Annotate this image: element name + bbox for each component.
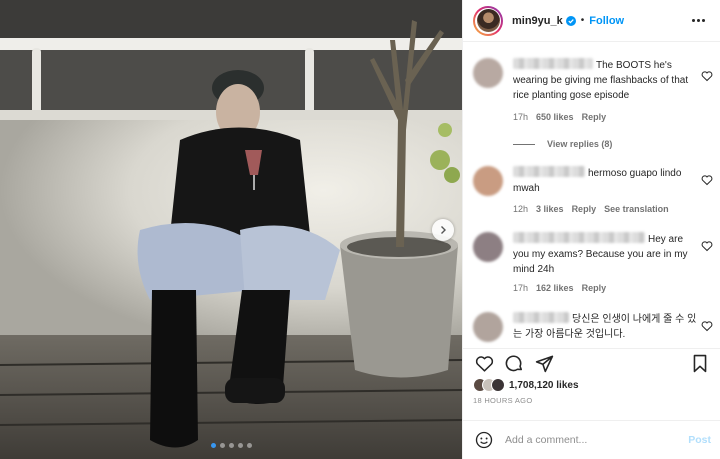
reply-button[interactable]: Reply bbox=[572, 204, 597, 214]
commenter-username-redacted[interactable] bbox=[513, 166, 585, 177]
comment-input[interactable] bbox=[505, 434, 675, 446]
heart-icon[interactable] bbox=[701, 240, 713, 252]
comment-icon[interactable] bbox=[503, 353, 525, 375]
commenter-username-redacted[interactable] bbox=[513, 312, 569, 323]
separator-dot: • bbox=[580, 15, 585, 26]
follow-button[interactable]: Follow bbox=[589, 15, 624, 27]
carousel-indicator bbox=[0, 443, 462, 448]
heart-icon[interactable] bbox=[701, 70, 713, 82]
share-icon[interactable] bbox=[533, 353, 555, 375]
heart-icon[interactable] bbox=[701, 174, 713, 186]
verified-badge-icon bbox=[565, 15, 576, 26]
commenter-username-redacted[interactable] bbox=[513, 232, 645, 243]
carousel-dot bbox=[210, 443, 216, 448]
liker-avatar bbox=[491, 378, 505, 392]
post-header: min9yu_k • Follow bbox=[463, 0, 720, 42]
commenter-avatar[interactable] bbox=[473, 166, 503, 196]
more-options-icon[interactable] bbox=[686, 11, 710, 31]
post-actions bbox=[463, 348, 720, 378]
see-translation-button[interactable]: See translation bbox=[604, 204, 669, 214]
post-comment-button[interactable]: Post bbox=[688, 434, 711, 446]
carousel-dot bbox=[219, 443, 225, 448]
comment-time: 17h bbox=[513, 112, 529, 122]
carousel-dot bbox=[228, 443, 234, 448]
emoji-icon[interactable] bbox=[473, 429, 495, 451]
chevron-right-icon bbox=[441, 226, 446, 234]
likes-summary[interactable]: 1,708,120 likes bbox=[473, 376, 579, 394]
commenter-avatar[interactable] bbox=[473, 232, 503, 262]
comment-time: 17h bbox=[513, 283, 529, 293]
reply-button[interactable]: Reply bbox=[582, 112, 607, 122]
post-timestamp: 18 HOURS AGO bbox=[473, 396, 533, 405]
next-photo-button[interactable] bbox=[432, 219, 454, 241]
like-icon[interactable] bbox=[473, 353, 495, 375]
post-photo[interactable] bbox=[0, 0, 462, 459]
comments-list[interactable]: The BOOTS he's wearing be giving me flas… bbox=[463, 42, 720, 348]
carousel-dot bbox=[246, 443, 252, 448]
likes-count[interactable]: 1,708,120 likes bbox=[509, 380, 579, 391]
username[interactable]: min9yu_k bbox=[512, 15, 563, 27]
comment-time: 12h bbox=[513, 204, 529, 214]
avatar[interactable] bbox=[473, 5, 503, 36]
carousel-dot bbox=[237, 443, 243, 448]
comment-likes[interactable]: 3 likes bbox=[536, 204, 564, 214]
reply-button[interactable]: Reply bbox=[582, 283, 607, 293]
commenter-username-redacted[interactable] bbox=[513, 58, 593, 69]
bookmark-icon[interactable] bbox=[689, 353, 711, 375]
view-replies-button[interactable]: View replies (8) bbox=[513, 139, 612, 149]
post-side-panel: min9yu_k • Follow The BOOTS he's wearing… bbox=[462, 0, 720, 459]
heart-icon[interactable] bbox=[701, 320, 713, 332]
photo-image bbox=[0, 0, 462, 459]
avatar-image bbox=[476, 9, 500, 32]
add-comment-bar: Post bbox=[463, 420, 720, 459]
comment-likes[interactable]: 162 likes bbox=[536, 283, 574, 293]
commenter-avatar[interactable] bbox=[473, 312, 503, 342]
commenter-avatar[interactable] bbox=[473, 58, 503, 88]
view-replies-label: View replies (8) bbox=[547, 139, 613, 149]
comment-likes[interactable]: 650 likes bbox=[536, 112, 574, 122]
